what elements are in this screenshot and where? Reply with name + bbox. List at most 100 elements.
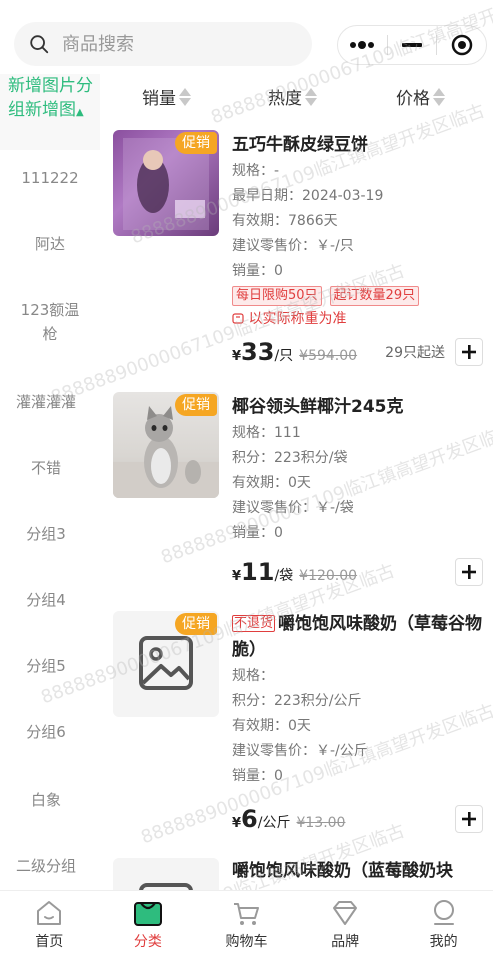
image-placeholder-icon (139, 883, 193, 890)
sidebar-item-111222[interactable]: 111222 (0, 166, 100, 190)
product-card[interactable]: 促销 五巧牛酥皮绿豆饼 规格：- 最早日期：2024-03-19 有效期：786… (100, 130, 493, 380)
minimize-button[interactable] (388, 26, 437, 64)
sort-by-heat[interactable]: 热度 (268, 84, 317, 109)
sidebar-item-label: 分组6 (26, 723, 66, 741)
category-icon (133, 902, 162, 926)
plus-icon (462, 345, 476, 359)
product-points: 积分：223积分/公斤 (232, 693, 362, 709)
sidebar-item-group6[interactable]: 分组6 (0, 720, 96, 744)
scale-icon (232, 313, 244, 324)
sort-arrows-icon (433, 87, 445, 106)
cart-icon (234, 903, 260, 925)
price-value: 11 (241, 558, 275, 586)
product-retail-price: 建议零售价：￥-/公斤 (232, 743, 368, 759)
weight-note: 以实际称重为准 (232, 309, 487, 329)
sort-arrows-icon (305, 87, 317, 106)
search-input[interactable] (62, 33, 262, 55)
product-name: 椰谷领头鲜椰汁245克 (232, 397, 404, 417)
promo-badge: 促销 (175, 613, 217, 635)
tab-cart[interactable]: 购物车 (197, 891, 296, 959)
tab-brand[interactable]: 品牌 (296, 891, 395, 959)
promo-badge: 促销 (175, 132, 217, 154)
weight-note-text: 以实际称重为准 (248, 311, 347, 327)
product-info: 嚼饱饱风味酸奶（蓝莓酸奶块 (232, 858, 487, 884)
min-quantity: 29只起送 (385, 345, 445, 361)
sidebar-item-label: 分组4 (26, 591, 66, 609)
product-name: 不退货 嚼饱饱风味酸奶（草莓谷物脆） (232, 611, 487, 663)
sidebar-item-label: 111222 (21, 169, 79, 187)
price-value: 6 (241, 805, 258, 833)
promo-badge: 促销 (175, 394, 217, 416)
sort-by-sales[interactable]: 销量 (142, 84, 191, 109)
sidebar-item-guan[interactable]: 灌灌灌灌 (0, 390, 96, 414)
sidebar-item-thermometer[interactable]: 123额温枪 (18, 298, 82, 346)
product-retail-price: 建议零售价：￥-/只 (232, 238, 354, 254)
close-program-button[interactable] (437, 26, 486, 64)
product-validity: 有效期：0天 (232, 475, 311, 491)
bottom-tab-bar: 首页 分类 购物车 品牌 我的 (0, 890, 493, 959)
sidebar-item-label: 不错 (30, 459, 61, 477)
product-spec: 规格：111 (232, 425, 301, 441)
sort-bar: 销量 热度 价格 (100, 78, 493, 120)
product-tags: 每日限购50只 起订数量29只 (232, 286, 487, 306)
product-image[interactable] (113, 858, 219, 890)
tab-label: 分类 (133, 934, 162, 950)
sort-by-price[interactable]: 价格 (396, 84, 445, 109)
currency-symbol: ¥ (232, 349, 242, 364)
sidebar-item-ada[interactable]: 阿达 (0, 232, 100, 256)
product-card[interactable]: 嚼饱饱风味酸奶（蓝莓酸奶块 (100, 858, 493, 890)
sidebar-item-active[interactable]: 新增图片分组新增图▲ (0, 74, 100, 150)
brand-icon (333, 901, 358, 925)
plus-icon (462, 565, 476, 579)
mini-program-capsule (337, 25, 487, 65)
sidebar-item-bucuo[interactable]: 不错 (0, 456, 96, 480)
more-menu-button[interactable] (338, 26, 387, 64)
sidebar-item-group4[interactable]: 分组4 (0, 588, 96, 612)
tab-profile[interactable]: 我的 (394, 891, 493, 959)
product-list: 促销 五巧牛酥皮绿豆饼 规格：- 最早日期：2024-03-19 有效期：786… (100, 118, 493, 890)
tab-label: 首页 (35, 934, 64, 950)
top-bar (0, 0, 493, 70)
search-box[interactable] (14, 22, 312, 66)
sidebar-item-label: 123额温枪 (20, 301, 80, 343)
price-row: ¥33/只 ¥594.00 29只起送 (232, 336, 487, 366)
minimize-icon (402, 43, 422, 47)
category-sidebar: 新增图片分组新增图▲ 111222 阿达 123额温枪 灌灌灌灌 不错 分组3 … (0, 70, 100, 890)
product-price: ¥33/只 ¥594.00 (232, 338, 357, 366)
sidebar-item-label: 灌灌灌灌 (15, 393, 76, 411)
original-price: ¥120.00 (299, 568, 358, 584)
product-card[interactable]: 促销 椰谷领头鲜椰汁245克 规格：111 积分：223积分/袋 有效期：0天 … (100, 392, 493, 592)
sidebar-item-group3[interactable]: 分组3 (0, 522, 96, 546)
sort-arrows-icon (179, 87, 191, 106)
product-image[interactable]: 促销 (113, 130, 219, 236)
product-name: 五巧牛酥皮绿豆饼 (232, 135, 368, 155)
product-validity: 有效期：7866天 (232, 213, 338, 229)
product-image[interactable]: 促销 (113, 392, 219, 498)
sidebar-item-group5[interactable]: 分组5 (0, 654, 96, 678)
sidebar-item-baixiang[interactable]: 白象 (0, 788, 96, 812)
product-points: 积分：223积分/袋 (232, 450, 348, 466)
no-return-badge: 不退货 (232, 615, 276, 632)
sort-label: 热度 (268, 89, 302, 109)
product-date: 最早日期：2024-03-19 (232, 188, 384, 204)
product-info: 椰谷领头鲜椰汁245克 规格：111 积分：223积分/袋 有效期：0天 建议零… (232, 394, 487, 545)
product-image[interactable]: 促销 (113, 611, 219, 717)
plus-icon (462, 812, 476, 826)
original-price: ¥13.00 (296, 815, 346, 831)
add-to-cart-button[interactable] (455, 805, 483, 833)
more-icon (350, 41, 375, 49)
product-name: 嚼饱饱风味酸奶（蓝莓酸奶块 (232, 861, 453, 881)
category-page: 新增图片分组新增图▲ 111222 阿达 123额温枪 灌灌灌灌 不错 分组3 … (0, 0, 493, 959)
tab-home[interactable]: 首页 (0, 891, 99, 959)
sidebar-item-subgroup[interactable]: 二级分组 (0, 854, 96, 878)
sidebar-item-label: 二级分组 (15, 857, 76, 875)
add-to-cart-button[interactable] (455, 338, 483, 366)
product-card[interactable]: 促销 不退货 嚼饱饱风味酸奶（草莓谷物脆） 规格： 积分：223积分/公斤 有效期… (100, 611, 493, 841)
sidebar-item-label: 白象 (30, 791, 61, 809)
product-info: 不退货 嚼饱饱风味酸奶（草莓谷物脆） 规格： 积分：223积分/公斤 有效期：0天… (232, 611, 487, 788)
add-to-cart-button[interactable] (455, 558, 483, 586)
tab-category[interactable]: 分类 (99, 891, 198, 959)
product-info: 五巧牛酥皮绿豆饼 规格：- 最早日期：2024-03-19 有效期：7866天 … (232, 132, 487, 329)
tab-label: 我的 (429, 934, 458, 950)
sort-label: 销量 (142, 89, 176, 109)
